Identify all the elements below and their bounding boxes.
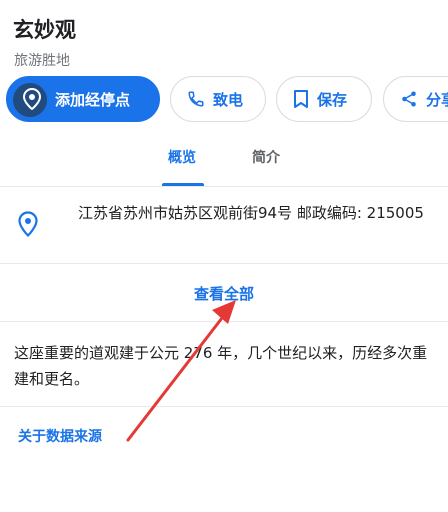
place-title: 玄妙观 [13, 18, 76, 42]
place-category: 旅游胜地 [14, 53, 70, 69]
pin-plus-icon [23, 88, 41, 110]
bookmark-icon [293, 89, 309, 109]
save-button[interactable]: 保存 [276, 76, 372, 122]
phone-icon [187, 90, 205, 108]
share-icon [400, 90, 418, 108]
view-all-button[interactable]: 查看全部 [0, 264, 448, 320]
call-button[interactable]: 致电 [170, 76, 266, 122]
add-stop-button[interactable]: 添加经停点 [6, 76, 160, 122]
address-text: 江苏省苏州市姑苏区观前街94号 邮政编码: 215005 [78, 204, 424, 222]
call-label: 致电 [213, 90, 244, 109]
action-chips: 添加经停点 致电 保存 分享 [0, 76, 448, 124]
tab-bar: 概览 简介 [0, 130, 448, 186]
tab-intro[interactable]: 简介 [252, 147, 280, 167]
location-pin-icon [18, 211, 38, 241]
data-source-link[interactable]: 关于数据来源 [18, 426, 102, 446]
view-all-divider [0, 321, 448, 322]
share-label: 分享 [426, 90, 448, 109]
save-label: 保存 [317, 90, 348, 109]
address-row[interactable]: 江苏省苏州市姑苏区观前街94号 邮政编码: 215005 [0, 187, 448, 263]
share-button[interactable]: 分享 [383, 76, 448, 122]
tab-overview[interactable]: 概览 [168, 147, 196, 167]
add-stop-label: 添加经停点 [55, 90, 131, 109]
view-all-label: 查看全部 [193, 285, 254, 303]
place-description: 这座重要的道观建于公元 276 年，几个世纪以来，历经多次重建和更名。 [14, 344, 428, 388]
description-divider [0, 406, 448, 407]
